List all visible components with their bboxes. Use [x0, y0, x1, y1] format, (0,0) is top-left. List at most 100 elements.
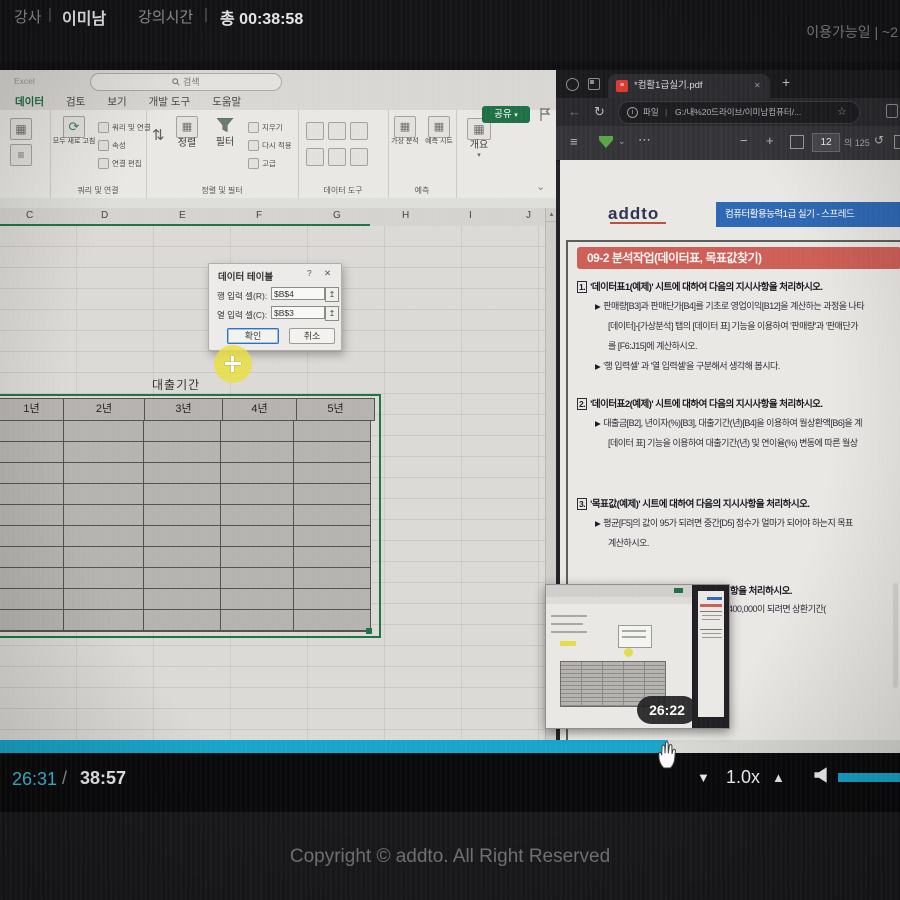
pdf-banner: 컴퓨터활용능력1급 실기 - 스프레드	[716, 202, 900, 227]
fit-page-icon[interactable]	[790, 135, 804, 149]
close-tab-icon[interactable]: ✕	[754, 74, 761, 98]
text-to-columns-icon[interactable]	[306, 122, 324, 140]
forecast-sheet-button[interactable]: ▦ 예측 시트	[422, 116, 456, 146]
browser-tab[interactable]: ≡ *컴활1급실기.pdf ✕	[608, 74, 770, 98]
excel-search-box[interactable]: 검색	[90, 73, 282, 91]
bullet-icon: ▶	[595, 519, 600, 528]
queries-connections-button[interactable]: 쿼리 및 연결	[98, 122, 151, 133]
zoom-out-icon[interactable]: −	[740, 133, 748, 148]
speed-up-icon[interactable]: ▲	[772, 770, 785, 785]
what-if-analysis-button[interactable]: ▦ 가상 분석	[388, 116, 422, 146]
sort-asc-desc-icon[interactable]: ⇅	[152, 126, 165, 144]
cancel-button[interactable]: 취소	[289, 328, 335, 344]
reapply-button[interactable]: 다시 적용	[248, 140, 292, 151]
relationships-icon[interactable]	[350, 148, 368, 166]
sort-icon: ▦	[176, 116, 198, 138]
item-number: 3.	[577, 498, 587, 510]
viewer-logo-caret-icon[interactable]: ⌄	[618, 136, 626, 147]
outline-label: 개요	[457, 140, 501, 152]
read-aloud-icon[interactable]	[566, 78, 579, 91]
table-title: 대출기간	[152, 376, 200, 393]
pdf-file-icon: ≡	[616, 80, 628, 92]
column-header-d[interactable]: D	[101, 210, 108, 221]
lms-video-page: 강사 | 이미남 강의시간 | 총 00:38:58 이용가능일 | ~2 Ex…	[0, 0, 900, 900]
get-data-icon[interactable]: ▦	[10, 118, 32, 140]
ok-button[interactable]: 확인	[227, 328, 279, 344]
browser-nav-bar: ← ↻ i 파일 | G:/내%20드라이브/이미남컴퓨터/... ☆	[556, 98, 900, 126]
scroll-up-icon[interactable]: ▴	[546, 208, 556, 222]
mini-ribbon	[546, 585, 692, 597]
column-header-i[interactable]: I	[469, 210, 472, 221]
remove-duplicates-icon[interactable]	[350, 122, 368, 140]
edit-links-button[interactable]: 연결 편집	[98, 158, 142, 169]
column-header-g[interactable]: G	[333, 210, 341, 221]
viewer-logo-icon[interactable]	[598, 135, 614, 149]
sort-button[interactable]: ▦ 정렬	[170, 116, 204, 150]
back-icon[interactable]: ←	[568, 104, 581, 119]
range-picker-icon[interactable]: ↥	[325, 306, 339, 321]
tab-actions-icon[interactable]	[588, 78, 600, 90]
toc-menu-icon[interactable]: ≡	[570, 134, 578, 149]
speed-down-icon[interactable]: ▼	[697, 770, 710, 785]
zoom-in-icon[interactable]: +	[766, 133, 774, 148]
from-table-icon[interactable]: ≡	[10, 144, 32, 166]
tab-title: *컴활1급실기.pdf	[634, 74, 703, 98]
instructor-name: 이미남	[62, 5, 106, 29]
properties-button[interactable]: 속성	[98, 140, 126, 151]
column-header-f[interactable]: F	[256, 210, 262, 221]
pdf-bullet: ▶대출금[B2], 년이자(%)[B3], 대출기간(년)[B4]을 이용하여 …	[595, 416, 862, 429]
copyright-text: Copyright © addto. All Right Reserved	[290, 846, 610, 868]
consolidate-icon[interactable]	[328, 148, 346, 166]
availability-label: 이용가능일 | ~2	[806, 22, 898, 42]
header-2yr: 2년	[64, 398, 145, 421]
ribbon-collapse-icon[interactable]: ⌄	[536, 180, 545, 193]
fill-handle[interactable]	[366, 628, 372, 634]
separator: |	[204, 6, 208, 23]
col-input-cell-field[interactable]	[271, 306, 325, 319]
address-bar[interactable]: i 파일 | G:/내%20드라이브/이미남컴퓨터/... ☆	[618, 101, 860, 124]
outline-button[interactable]: ▦ 개요 ▾	[457, 118, 501, 160]
playback-speed[interactable]: 1.0x	[726, 767, 760, 788]
page-number-field[interactable]: 12	[812, 133, 840, 152]
advanced-filter-button[interactable]: 고급	[248, 158, 276, 169]
mini-dialog	[618, 625, 652, 648]
group-label-data-tools: 데이터 도구	[298, 185, 388, 196]
new-tab-icon[interactable]: +	[782, 74, 790, 90]
speaker-icon[interactable]	[810, 765, 830, 785]
properties-label: 속성	[112, 140, 126, 151]
lms-header: 강사 | 이미남 강의시간 | 총 00:38:58 이용가능일 | ~2	[0, 0, 900, 62]
share-label: 공유	[494, 109, 511, 120]
range-picker-icon[interactable]: ↥	[325, 287, 339, 302]
column-header-h[interactable]: H	[402, 210, 409, 221]
column-header-j[interactable]: J	[526, 210, 531, 221]
more-options-icon[interactable]: ⋯	[638, 132, 651, 148]
row-input-cell-field[interactable]	[271, 287, 325, 300]
info-icon[interactable]: i	[627, 107, 638, 118]
cursor-highlight	[214, 345, 252, 383]
close-icon[interactable]: ✕	[324, 268, 331, 279]
pdf-bullet-cont: [데이터 표] 기능을 이용하여 대출기간(년) 및 연이율(%) 변동에 따른…	[608, 436, 858, 449]
pdf-scrollbar[interactable]	[893, 583, 898, 688]
data-validation-icon[interactable]	[306, 148, 324, 166]
favorite-star-icon[interactable]: ☆	[837, 102, 847, 123]
mini-dialog-line	[622, 636, 646, 638]
flash-fill-icon[interactable]	[328, 122, 346, 140]
help-icon[interactable]: ?	[307, 268, 312, 278]
flag-icon[interactable]	[540, 108, 551, 121]
filter-button[interactable]: 필터	[208, 116, 242, 149]
column-header-e[interactable]: E	[179, 210, 186, 221]
refresh-all-button[interactable]: ⟳ 모두 새로 고침	[52, 116, 96, 146]
clear-filter-button[interactable]: 지우기	[248, 122, 283, 133]
reload-icon[interactable]: ↻	[594, 104, 605, 120]
column-header-c[interactable]: C	[26, 210, 33, 221]
share-button[interactable]: 공유 ▾	[482, 106, 530, 123]
mini-formula-bar	[546, 597, 692, 604]
volume-bar[interactable]	[838, 773, 900, 782]
profile-icon[interactable]	[886, 104, 898, 118]
page-view-icon[interactable]	[894, 135, 900, 149]
progress-bar[interactable]	[0, 740, 900, 753]
mini-row	[551, 631, 587, 633]
rotate-icon[interactable]: ↺	[874, 133, 884, 147]
mini-text-line	[700, 629, 722, 630]
pdf-item-1: 1.'데이터표1(예제)' 시트에 대하여 다음의 지시사항을 처리하시오.	[577, 279, 823, 293]
